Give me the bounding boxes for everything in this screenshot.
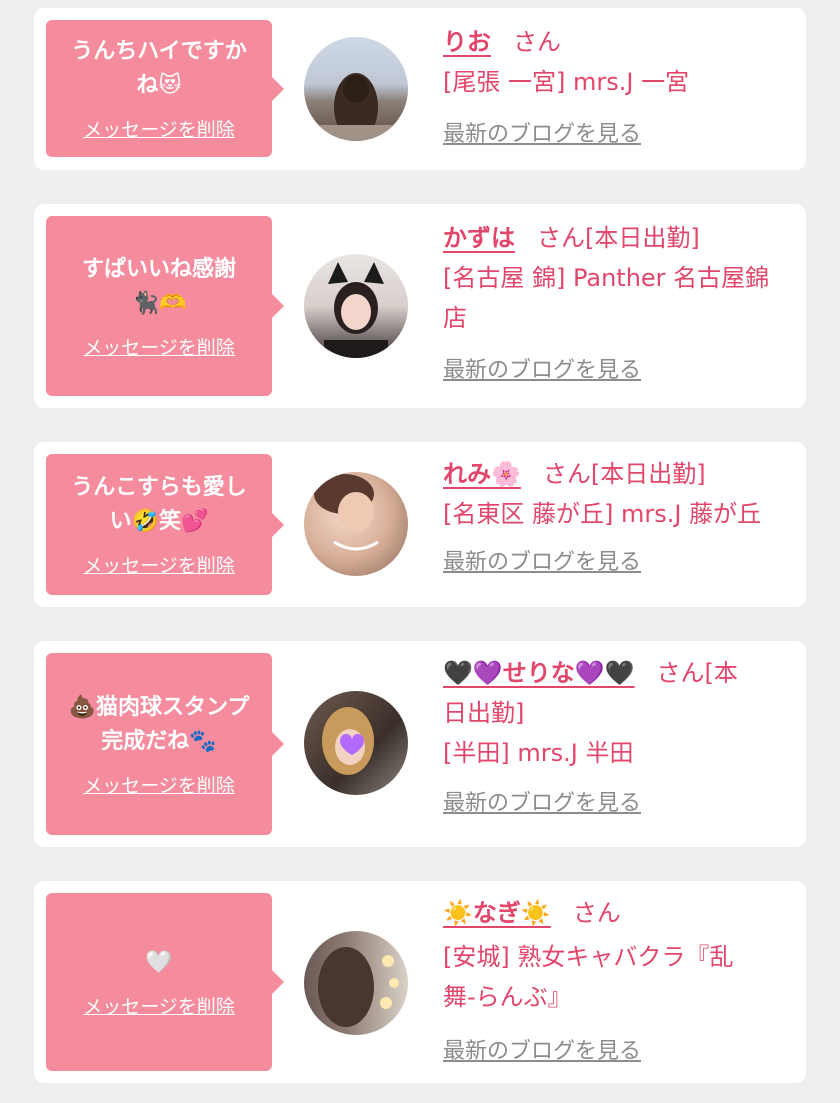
- girl-info: かずは さん[本日出勤] [名古屋 錦] Panther 名古屋錦 店 最新のブロ…: [443, 218, 796, 386]
- message-line: 🤍: [145, 949, 173, 975]
- avatar[interactable]: [304, 931, 408, 1035]
- latest-blog-link[interactable]: 最新のブログを見る: [443, 789, 641, 819]
- name-line: りお さん: [443, 22, 796, 62]
- message-text: すぱいいね感謝 🐈‍⬛🫶: [56, 253, 262, 321]
- message-line: 🐈‍⬛🫶: [131, 290, 187, 316]
- name-line: れみ🌸 さん[本日出勤]: [443, 454, 796, 494]
- honorific: さん: [513, 28, 561, 56]
- avatar-photo: [304, 73, 408, 141]
- latest-blog-link[interactable]: 最新のブログを見る: [443, 120, 641, 150]
- message-line: ね😻: [136, 73, 182, 98]
- delete-message-link[interactable]: メッセージを削除: [83, 115, 235, 142]
- shop-info: [名古屋 錦] Panther 名古屋錦 店: [443, 258, 796, 338]
- message-line: すぱいいね感謝: [81, 256, 236, 282]
- message-card: 🤍 メッセージを削除 ☀️なぎ☀️ さん [安城] 熟女キャバクラ『乱 舞-らんぶ…: [34, 881, 806, 1083]
- name-line: 🖤💜せりな💜🖤 さん[本: [443, 653, 796, 693]
- name-line: ☀️なぎ☀️ さん: [443, 893, 796, 933]
- message-text: 💩猫肉球スタンプ 完成だね🐾: [56, 691, 262, 759]
- honorific: さん[本日出勤]: [542, 460, 706, 488]
- avatar-photo: [324, 262, 388, 358]
- avatar-photo: [318, 947, 399, 1027]
- avatar-photo: [322, 707, 374, 775]
- latest-blog-link[interactable]: 最新のブログを見る: [443, 548, 641, 578]
- girl-info: 🖤💜せりな💜🖤 さん[本 日出勤] [半田] mrs.J 半田 最新のブログを見る: [443, 653, 796, 819]
- shop-info: [半田] mrs.J 半田: [443, 739, 634, 767]
- message-line: うんこすらも愛し: [71, 475, 247, 500]
- avatar[interactable]: [304, 254, 408, 358]
- latest-blog-link[interactable]: 最新のブログを見る: [443, 356, 641, 386]
- message-bubble: 💩猫肉球スタンプ 完成だね🐾 メッセージを削除: [46, 653, 284, 835]
- avatar[interactable]: [304, 691, 408, 795]
- avatar[interactable]: [304, 472, 408, 576]
- honorific-continued: 日出勤]: [443, 699, 525, 727]
- delete-message-link[interactable]: メッセージを削除: [83, 992, 235, 1019]
- shop-info: [名東区 藤が丘] mrs.J 藤が丘: [443, 500, 762, 528]
- shop-line: 店: [443, 304, 467, 332]
- message-bubble: うんこすらも愛し い🤣笑💕 メッセージを削除: [46, 454, 284, 595]
- message-line: うんちハイですか: [71, 39, 247, 64]
- message-text: うんこすらも愛し い🤣笑💕: [56, 471, 262, 539]
- message-line: 💩猫肉球スタンプ: [68, 694, 250, 720]
- girl-info: れみ🌸 さん[本日出勤] [名東区 藤が丘] mrs.J 藤が丘 最新のブログを見…: [443, 454, 796, 578]
- girl-name-link[interactable]: れみ🌸: [443, 460, 521, 488]
- girl-info: ☀️なぎ☀️ さん [安城] 熟女キャバクラ『乱 舞-らんぶ』 最新のブログを見る: [443, 893, 796, 1067]
- message-bubble: すぱいいね感謝 🐈‍⬛🫶 メッセージを削除: [46, 216, 284, 396]
- delete-message-link[interactable]: メッセージを削除: [83, 333, 235, 360]
- girl-name-link[interactable]: 🖤💜せりな💜🖤: [443, 659, 635, 687]
- message-card: うんちハイですか ね😻 メッセージを削除 りお さん [尾張 一宮] mrs.J …: [34, 8, 806, 170]
- delete-message-link[interactable]: メッセージを削除: [83, 551, 235, 578]
- shop-info: [安城] 熟女キャバクラ『乱 舞-らんぶ』: [443, 937, 796, 1017]
- girl-name-link[interactable]: ☀️なぎ☀️: [443, 899, 551, 927]
- message-line: い🤣笑💕: [109, 509, 209, 534]
- latest-blog-link[interactable]: 最新のブログを見る: [443, 1037, 641, 1067]
- shop-line: 舞-らんぶ』: [443, 983, 572, 1011]
- delete-message-link[interactable]: メッセージを削除: [83, 771, 235, 798]
- girl-name-link[interactable]: かずは: [443, 224, 515, 252]
- message-card: うんこすらも愛し い🤣笑💕 メッセージを削除 れみ🌸 さん[本日出勤] [名東区 …: [34, 442, 806, 607]
- honorific: さん[本: [656, 659, 738, 687]
- shop-info: [尾張 一宮] mrs.J 一宮: [443, 68, 690, 96]
- message-text: 🤍: [56, 946, 262, 980]
- shop-line: [安城] 熟女キャバクラ『乱: [443, 943, 734, 971]
- message-bubble: うんちハイですか ね😻 メッセージを削除: [46, 20, 284, 157]
- message-card: 💩猫肉球スタンプ 完成だね🐾 メッセージを削除 🖤💜せりな💜🖤 さん[本 日出勤]…: [34, 641, 806, 847]
- girl-name-link[interactable]: りお: [443, 28, 491, 56]
- shop-line: [名古屋 錦] Panther 名古屋錦: [443, 264, 770, 292]
- honorific: さん[本日出勤]: [537, 224, 700, 252]
- name-line: かずは さん[本日出勤]: [443, 218, 796, 258]
- message-text: うんちハイですか ね😻: [56, 35, 262, 103]
- message-line: 完成だね🐾: [101, 728, 217, 754]
- message-bubble: 🤍 メッセージを削除: [46, 893, 284, 1071]
- avatar-photo: [314, 474, 379, 551]
- avatar[interactable]: [304, 37, 408, 141]
- honorific: さん: [572, 899, 621, 927]
- message-card: すぱいいね感謝 🐈‍⬛🫶 メッセージを削除 かずは さん[本日出勤] [名古屋 錦…: [34, 204, 806, 408]
- girl-info: りお さん [尾張 一宮] mrs.J 一宮 最新のブログを見る: [443, 22, 796, 150]
